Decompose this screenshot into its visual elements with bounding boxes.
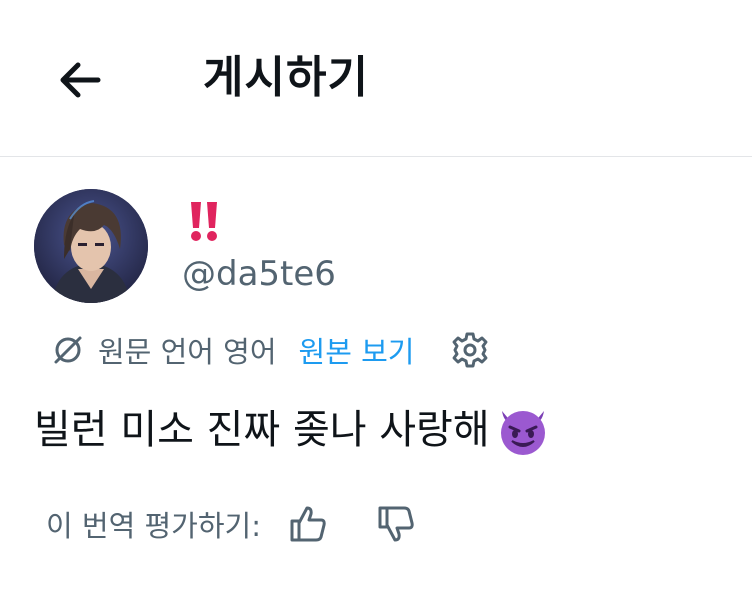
thumbs-down-icon <box>378 506 414 542</box>
page-title: 게시하기 <box>203 52 369 103</box>
display-name[interactable] <box>185 196 225 244</box>
avatar-image <box>34 189 148 303</box>
show-original-link[interactable]: 원본 보기 <box>299 329 415 371</box>
username[interactable]: @da5te6 <box>182 250 336 298</box>
translation-source-label: 원문 언어 영어 <box>98 335 277 369</box>
thumbs-down-button[interactable] <box>371 499 421 549</box>
smiling-imp-emoji <box>500 411 545 455</box>
arrow-left-icon <box>60 62 101 98</box>
translation-settings-button[interactable] <box>448 328 492 372</box>
gear-icon <box>452 332 488 368</box>
post-text: 빌런 미소 진짜 좆나 사랑해 <box>34 407 490 453</box>
thumbs-up-button[interactable] <box>283 499 333 549</box>
rate-translation: 이 번역 평가하기: <box>46 496 421 552</box>
double-exclamation-icon <box>191 202 217 241</box>
rate-translation-label: 이 번역 평가하기: <box>46 509 261 543</box>
back-button[interactable] <box>44 44 116 116</box>
post-body: 빌런 미소 진짜 좆나 사랑해 <box>34 398 552 462</box>
translation-info: 원문 언어 영어 원본 보기 <box>50 325 492 375</box>
thumbs-up-icon <box>290 506 326 542</box>
top-bar: 게시하기 <box>0 0 752 157</box>
avatar[interactable] <box>34 189 148 303</box>
globe-slash-icon <box>54 336 82 364</box>
